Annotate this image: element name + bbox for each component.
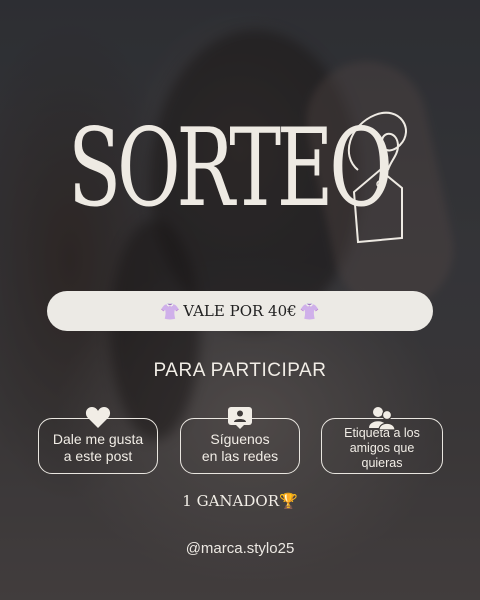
voucher-banner: 👚 VALE POR 40€ 👚	[47, 291, 433, 331]
trophy-icon: 🏆	[279, 492, 298, 510]
step-like-line1: Dale me gusta	[52, 431, 144, 447]
voucher-text: VALE POR 40€	[183, 302, 297, 320]
step-follow-line2: en las redes	[201, 448, 279, 464]
users-icon	[368, 405, 396, 431]
winner-text: 1 GANADOR	[182, 492, 279, 510]
giveaway-poster: SORTEO 👚 VALE POR 40€ 👚 PARA PARTICIPAR …	[0, 0, 480, 600]
shirt-icon: 👚	[160, 301, 181, 321]
heart-icon	[84, 405, 112, 431]
step-tag-line2: amigos que quieras	[349, 440, 415, 470]
winner-count: 1 GANADOR🏆	[0, 492, 480, 510]
follow-user-icon	[226, 405, 254, 431]
step-follow: Síguenos en las redes	[180, 407, 300, 474]
step-like: Dale me gusta a este post	[38, 407, 158, 474]
participate-heading: PARA PARTICIPAR	[153, 360, 327, 381]
step-tag-friends: Etiqueta a los amigos que quieras	[321, 407, 443, 474]
step-like-line2: a este post	[63, 448, 133, 464]
account-handle: @marca.stylo25	[185, 540, 295, 557]
step-follow-line1: Síguenos	[210, 431, 270, 447]
shirt-icon: 👚	[299, 301, 320, 321]
page-title: SORTEO	[68, 106, 393, 231]
price-tag-icon	[348, 111, 407, 244]
